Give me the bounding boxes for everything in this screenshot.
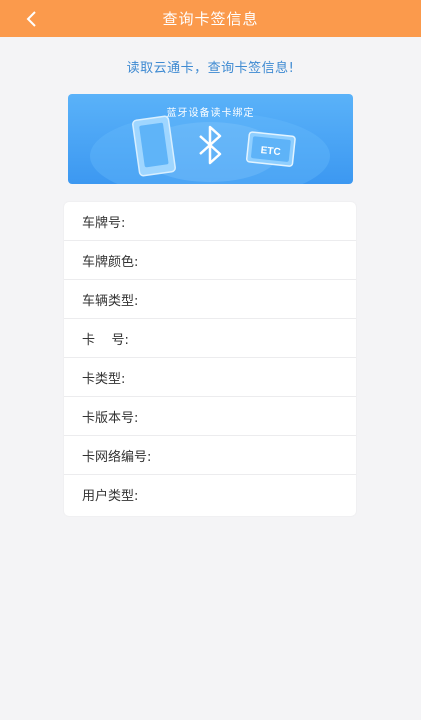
info-row-plate-color: 车牌颜色: xyxy=(64,241,356,280)
plate-color-label: 车牌颜色: xyxy=(82,254,139,270)
page-title: 查询卡签信息 xyxy=(162,10,259,28)
back-button[interactable] xyxy=(18,5,46,33)
card-network-id-label: 卡网络编号: xyxy=(82,449,152,465)
info-row-card-number: 卡 号: xyxy=(64,319,356,358)
screen: 查询卡签信息 读取云通卡，查询卡签信息! ETC 蓝牙设备读卡绑定 车牌号: 车… xyxy=(0,0,421,720)
info-row-vehicle-type: 车辆类型: xyxy=(64,280,356,319)
info-row-card-version: 卡版本号: xyxy=(64,397,356,436)
card-version-label: 卡版本号: xyxy=(82,410,139,426)
user-type-label: 用户类型: xyxy=(82,489,139,504)
info-row-card-network-id: 卡网络编号: xyxy=(64,436,356,475)
etc-card-label: ETC xyxy=(260,145,281,158)
card-number-label: 卡 号: xyxy=(82,332,129,348)
title-bar: 查询卡签信息 xyxy=(0,0,421,37)
info-row-user-type: 用户类型: xyxy=(64,475,356,514)
bluetooth-bind-banner[interactable]: ETC 蓝牙设备读卡绑定 xyxy=(68,94,353,184)
info-row-card-type: 卡类型: xyxy=(64,358,356,397)
read-card-prompt: 读取云通卡，查询卡签信息! xyxy=(126,61,295,76)
card-type-label: 卡类型: xyxy=(82,371,126,387)
phone-icon xyxy=(132,115,176,177)
card-info-list: 车牌号: 车牌颜色: 车辆类型: 卡 号: 卡类型: 卡版本号: 卡网络编号: xyxy=(64,202,356,516)
banner-caption: 蓝牙设备读卡绑定 xyxy=(166,108,255,119)
info-row-plate-number: 车牌号: xyxy=(64,202,356,241)
etc-card-icon: ETC xyxy=(245,131,296,167)
plate-number-label: 车牌号: xyxy=(82,215,126,231)
chevron-left-icon xyxy=(26,11,36,27)
vehicle-type-label: 车辆类型: xyxy=(82,293,139,309)
